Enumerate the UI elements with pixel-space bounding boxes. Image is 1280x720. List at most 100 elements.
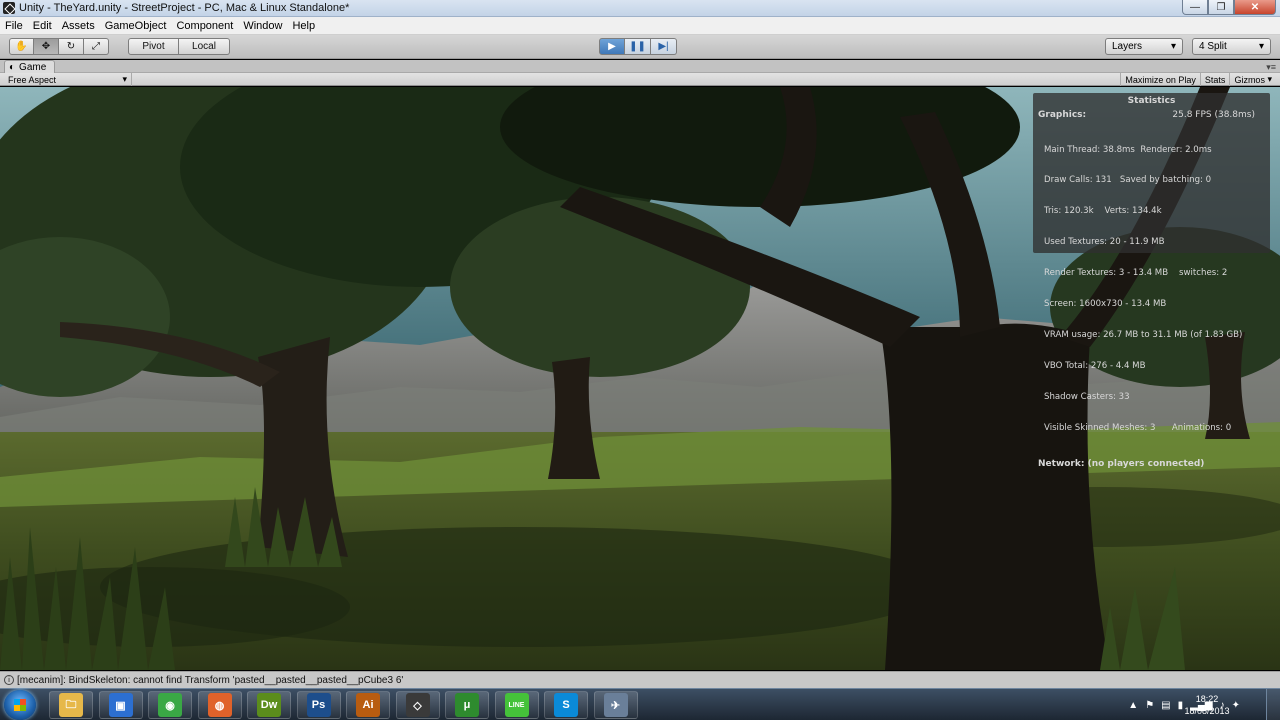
- stat-line: VRAM usage: 26.7 MB to 31.1 MB (of 1.83 …: [1044, 329, 1243, 340]
- chevron-down-icon: ▾: [1258, 41, 1264, 52]
- info-icon: i: [4, 675, 14, 685]
- taskbar-app-line[interactable]: LINE: [494, 691, 539, 719]
- menu-file[interactable]: File: [0, 20, 28, 32]
- play-button[interactable]: ▶: [599, 38, 625, 55]
- stat-line: VBO Total: 276 - 4.4 MB: [1044, 360, 1146, 371]
- clock-time: 18:22: [1195, 694, 1219, 704]
- menu-assets[interactable]: Assets: [57, 20, 100, 32]
- move-tool-button[interactable]: ✥: [34, 38, 59, 55]
- explorer-icon: 🗀: [59, 693, 83, 717]
- unity-logo-icon: [3, 2, 15, 14]
- taskbar-app-dreamweaver[interactable]: Dw: [247, 691, 291, 719]
- play-controls: ▶ ❚❚ ▶|: [599, 38, 677, 55]
- title-bar: Unity - TheYard.unity - StreetProject - …: [0, 0, 1280, 17]
- layout-dropdown[interactable]: 4 Split ▾: [1192, 38, 1271, 55]
- console-status-bar[interactable]: i [mecanim]: BindSkeleton: cannot find T…: [0, 671, 1280, 688]
- aspect-label: Free Aspect: [8, 74, 57, 85]
- security-icon[interactable]: ✦: [1232, 700, 1240, 711]
- statistics-title: Statistics: [1127, 96, 1176, 106]
- stat-line: Visible Skinned Meshes: 3 Animations: 0: [1044, 422, 1232, 433]
- rotate-icon: ↻: [66, 41, 76, 52]
- taskbar-app-utorrent[interactable]: μ: [445, 691, 489, 719]
- app-misc-icon: ✈: [603, 693, 628, 717]
- taskbar-app-skype[interactable]: S: [544, 691, 588, 719]
- rotate-tool-button[interactable]: ↻: [59, 38, 84, 55]
- scale-tool-button[interactable]: ⤢: [84, 38, 109, 55]
- stat-line: Render Textures: 3 - 13.4 MB switches: 2: [1044, 268, 1228, 279]
- windows-taskbar: 🗀 ▣ ◉ ◍ Dw Ps Ai ◇ μ LINE S ✈ ▲ ⚑ ▤ ▮ ▂▄▆ ♪ ✦ 18:22…: [0, 688, 1280, 720]
- chrome-icon: ◉: [158, 693, 182, 717]
- taskbar-app-app-misc[interactable]: ✈: [593, 691, 638, 719]
- menu-window[interactable]: Window: [238, 20, 287, 32]
- taskbar-app-unity[interactable]: ◇: [395, 691, 440, 719]
- tree-canopy: [450, 197, 750, 377]
- pause-icon: ❚❚: [629, 41, 646, 52]
- layers-dropdown[interactable]: Layers ▾: [1105, 38, 1183, 55]
- window-controls: — ❐ ✕: [1182, 0, 1276, 16]
- stats-label: Stats: [1204, 74, 1226, 85]
- chevron-down-icon: ▾: [122, 74, 127, 84]
- layout-label: 4 Split: [1199, 41, 1227, 52]
- close-button[interactable]: ✕: [1234, 0, 1276, 15]
- aspect-dropdown[interactable]: Free Aspect ▾: [4, 73, 132, 86]
- stat-line: Main Thread: 38.8ms Renderer: 2.0ms: [1044, 144, 1212, 155]
- chevron-down-icon: ▾: [1170, 41, 1176, 52]
- pivot-label: Pivot: [142, 41, 165, 52]
- menu-gameobject[interactable]: GameObject: [100, 20, 172, 32]
- clock-date: 18/08/2013: [1184, 706, 1230, 716]
- skype-icon: S: [554, 693, 578, 717]
- tab-game[interactable]: ◐ Game: [4, 60, 56, 73]
- device-icon[interactable]: ▤: [1161, 700, 1170, 711]
- gizmos-dropdown[interactable]: Gizmos ▾: [1229, 73, 1276, 86]
- console-message: [mecanim]: BindSkeleton: cannot find Tra…: [17, 674, 404, 686]
- game-view-toggles: Maximize on Play Stats Gizmos ▾: [1120, 73, 1276, 86]
- hand-tool-button[interactable]: ✋: [9, 38, 34, 55]
- menu-component[interactable]: Component: [171, 20, 238, 32]
- game-control-bar: Free Aspect ▾ Maximize on Play Stats Giz…: [0, 73, 1280, 86]
- show-desktop-button[interactable]: [1266, 689, 1280, 720]
- menu-help[interactable]: Help: [287, 20, 320, 32]
- maximize-on-play-label: Maximize on Play: [1125, 74, 1196, 85]
- stat-line: Tris: 120.3k Verts: 134.4k: [1044, 206, 1162, 217]
- scale-icon: ⤢: [92, 41, 100, 52]
- clock[interactable]: 18:22 18/08/2013: [1182, 693, 1232, 717]
- fps-value: 25.8 FPS (38.8ms): [1172, 110, 1255, 120]
- utorrent-icon: μ: [455, 693, 479, 717]
- layers-label: Layers: [1112, 41, 1143, 52]
- stat-line: Shadow Casters: 33: [1044, 391, 1130, 402]
- stats-lines: Main Thread: 38.8ms Renderer: 2.0ms Draw…: [1033, 124, 1270, 454]
- taskbar-app-photoshop[interactable]: Ps: [296, 691, 341, 719]
- network-status: Network: (no players connected): [1038, 458, 1205, 469]
- step-button[interactable]: ▶|: [651, 38, 677, 55]
- taskbar-app-app-blue[interactable]: ▣: [98, 691, 143, 719]
- taskbar-app-firefox[interactable]: ◍: [197, 691, 242, 719]
- dreamweaver-icon: Dw: [257, 693, 281, 717]
- local-button[interactable]: Local: [179, 38, 230, 55]
- maximize-on-play-toggle[interactable]: Maximize on Play: [1120, 73, 1200, 86]
- stats-toggle[interactable]: Stats: [1199, 73, 1230, 86]
- flag-icon[interactable]: ⚑: [1145, 700, 1154, 711]
- statistics-overlay: Statistics Graphics: 25.8 FPS (38.8ms) M…: [1033, 93, 1270, 469]
- panel-menu-icon[interactable]: ▾≡: [1266, 62, 1276, 73]
- menu-edit[interactable]: Edit: [28, 20, 57, 32]
- pause-button[interactable]: ❚❚: [625, 38, 651, 55]
- window-title: Unity - TheYard.unity - StreetProject - …: [19, 2, 350, 14]
- unity-editor-window: Unity - TheYard.unity - StreetProject - …: [0, 0, 1280, 720]
- play-icon: ▶: [608, 41, 616, 52]
- tray-arrow-icon[interactable]: ▲: [1128, 700, 1138, 711]
- pivot-toggles: Pivot Local: [128, 38, 230, 55]
- taskbar-app-explorer[interactable]: 🗀: [49, 691, 93, 719]
- unity-icon: ◇: [405, 693, 430, 717]
- pivot-button[interactable]: Pivot: [128, 38, 179, 55]
- taskbar-app-chrome[interactable]: ◉: [148, 691, 192, 719]
- game-icon: ◐: [9, 61, 16, 73]
- menu-bar: File Edit Assets GameObject Component Wi…: [0, 17, 1280, 35]
- app-blue-icon: ▣: [108, 693, 133, 717]
- maximize-button[interactable]: ❐: [1208, 0, 1234, 15]
- chevron-down-icon: ▾: [1267, 74, 1272, 84]
- minimize-button[interactable]: —: [1182, 0, 1208, 15]
- step-icon: ▶|: [658, 41, 669, 52]
- start-button[interactable]: [4, 690, 36, 720]
- tab-game-label: Game: [19, 61, 47, 73]
- taskbar-app-illustrator[interactable]: Ai: [346, 691, 390, 719]
